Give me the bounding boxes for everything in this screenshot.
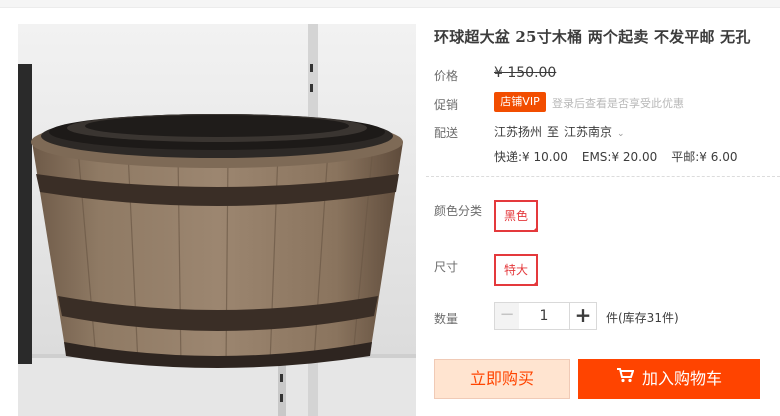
ship-origin: 江苏扬州 [494, 125, 543, 139]
size-option-xl[interactable]: 特大 [494, 254, 539, 286]
shipping-label: 配送 [434, 126, 459, 140]
original-price: ¥ 150.00 [494, 65, 557, 81]
promo-label: 促销 [434, 98, 459, 112]
buy-now-button[interactable]: 立即购买 [434, 359, 570, 399]
quantity-label: 数量 [434, 312, 459, 326]
ship-destination[interactable]: 江苏南京 [564, 125, 612, 139]
promo-login-note[interactable]: 登录后查看是否享受此优惠 [552, 95, 684, 111]
shipping-route[interactable]: 江苏扬州至江苏南京 ⌄ [494, 123, 625, 140]
express-fee: 快递:¥ 10.00 [494, 150, 568, 164]
color-label: 颜色分类 [434, 204, 483, 218]
product-image[interactable] [18, 24, 416, 416]
section-divider [426, 176, 780, 177]
quantity-input[interactable]: 1 [519, 302, 569, 330]
size-label: 尺寸 [434, 260, 459, 274]
surface-mail-fee: 平邮:¥ 6.00 [671, 150, 738, 164]
quantity-increase-button[interactable]: + [569, 302, 597, 330]
shipping-fees: 快递:¥ 10.00 EMS:¥ 20.00 平邮:¥ 6.00 [494, 148, 751, 165]
barrel-planter-image [18, 24, 416, 416]
color-option-black[interactable]: 黑色 [494, 200, 539, 232]
price-label: 价格 [434, 69, 459, 83]
product-title: 环球超大盆 25寸木桶 两个起卖 不发平邮 无孔 [434, 28, 751, 46]
shop-vip-badge[interactable]: 店铺VIP [494, 92, 546, 112]
ems-fee: EMS:¥ 20.00 [581, 150, 658, 164]
add-to-cart-label: 加入购物车 [641, 369, 722, 388]
quantity-decrease-button[interactable]: − [494, 302, 520, 330]
ship-to-separator: 至 [547, 125, 560, 139]
shopping-cart-icon [616, 358, 635, 398]
add-to-cart-button[interactable]: 加入购物车 [578, 359, 760, 399]
stock-info: 件(库存31件) [606, 311, 679, 325]
top-divider [0, 0, 780, 8]
chevron-down-icon[interactable]: ⌄ [617, 129, 625, 139]
